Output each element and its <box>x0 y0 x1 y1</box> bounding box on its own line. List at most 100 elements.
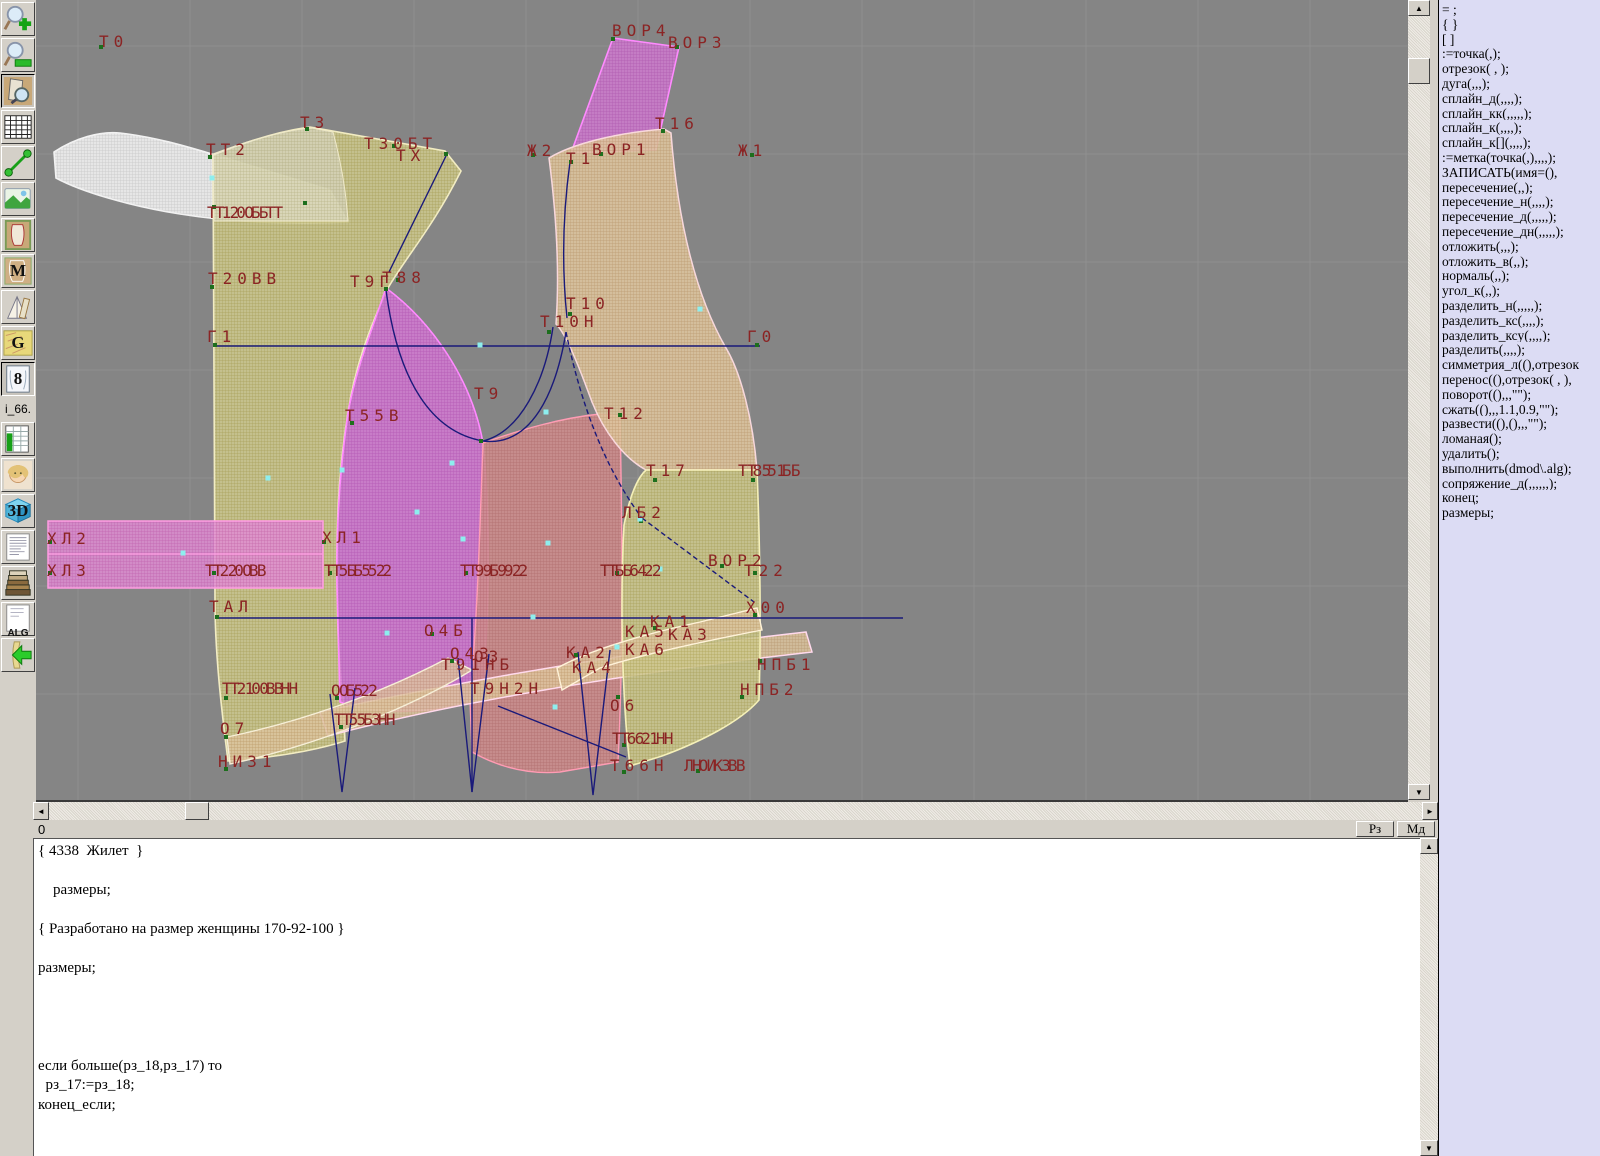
command-item[interactable]: :=точка(,); <box>1442 46 1598 61</box>
exit-button[interactable] <box>1 638 35 672</box>
command-item[interactable]: размеры; <box>1442 505 1598 520</box>
point-marker <box>622 743 626 747</box>
point-marker <box>322 540 326 544</box>
command-item[interactable]: пересечение(,,); <box>1442 180 1598 195</box>
program-editor[interactable]: { 4338 Жилет } размеры; { Разработано на … <box>33 838 1420 1156</box>
command-item[interactable]: сплайн_кк(,,,,,); <box>1442 106 1598 121</box>
zoom-out-button[interactable] <box>1 38 35 72</box>
point-marker <box>616 695 620 699</box>
point-marker <box>99 45 103 49</box>
g-document-button[interactable]: G <box>1 326 35 360</box>
scroll-left-button[interactable]: ◄ <box>33 802 49 820</box>
scroll-right-button[interactable]: ► <box>1422 802 1438 820</box>
command-item[interactable]: симметрия_л((),отрезок <box>1442 357 1598 372</box>
view-pattern-zoom-button[interactable] <box>1 74 35 108</box>
command-item[interactable]: пересечение_н(,,,,); <box>1442 194 1598 209</box>
rz-button[interactable]: Рз <box>1356 821 1394 837</box>
piece-front-side-salmon[interactable] <box>469 413 623 774</box>
spreadsheet-button[interactable] <box>1 422 35 456</box>
i66-label-glyph: i_66. <box>4 402 32 416</box>
command-item[interactable]: угол_к(,,); <box>1442 283 1598 298</box>
command-item[interactable]: [ ] <box>1442 32 1598 47</box>
node-marker <box>384 630 390 636</box>
command-item[interactable]: отложить_в(,,); <box>1442 254 1598 269</box>
command-item[interactable]: разделить_ксу(,,,,); <box>1442 328 1598 343</box>
editor-scroll-up-button[interactable]: ▲ <box>1420 838 1438 854</box>
node-marker <box>614 644 620 650</box>
scroll-up-button[interactable]: ▲ <box>1408 0 1430 16</box>
command-item[interactable]: перенос((),отрезок( , ), <box>1442 372 1598 387</box>
canvas-vertical-scrollbar[interactable]: ▲ ▼ <box>1408 0 1430 800</box>
editor-vertical-scrollbar[interactable]: ▲ ▼ <box>1420 838 1438 1156</box>
command-item[interactable]: нормаль(,,); <box>1442 268 1598 283</box>
node-marker <box>339 467 345 473</box>
editor-scroll-down-button[interactable]: ▼ <box>1420 1140 1438 1156</box>
point-marker <box>212 571 216 575</box>
command-list: = ;{ }[ ]:=точка(,); отрезок( , ); дуга(,,… <box>1442 2 1598 520</box>
point-marker <box>753 571 757 575</box>
measure-button[interactable] <box>1 146 35 180</box>
command-item[interactable]: сплайн_к[](,,,,); <box>1442 135 1598 150</box>
point-marker <box>464 571 468 575</box>
point-marker <box>618 413 622 417</box>
command-item[interactable]: разделить_кс(,,,,); <box>1442 313 1598 328</box>
point-marker <box>335 696 339 700</box>
document-list-button[interactable] <box>1 530 35 564</box>
command-item[interactable]: поворот((),,,""); <box>1442 387 1598 402</box>
command-item[interactable]: выполнить(dmod\.alg); <box>1442 461 1598 476</box>
view-3d-button[interactable]: 3D <box>1 494 35 528</box>
point-marker <box>328 571 332 575</box>
command-item[interactable]: разделить_н(,,,,,); <box>1442 298 1598 313</box>
right-arrow-icon: ► <box>1426 806 1434 816</box>
grid-button[interactable] <box>1 110 35 144</box>
command-item[interactable]: = ; <box>1442 2 1598 17</box>
editor-line: { 4338 Жилет } <box>38 843 144 859</box>
command-item[interactable]: сплайн_к(,,,,); <box>1442 120 1598 135</box>
portrait-button[interactable] <box>1 458 35 492</box>
command-item[interactable]: дуга(,,,); <box>1442 76 1598 91</box>
command-item[interactable]: сплайн_д(,,,,); <box>1442 91 1598 106</box>
scroll-down-button[interactable]: ▼ <box>1408 784 1430 800</box>
command-item[interactable]: пересечение_дн(,,,,,); <box>1442 224 1598 239</box>
command-item[interactable]: сжать((),,,1.1,0.9,""); <box>1442 402 1598 417</box>
command-item[interactable]: :=метка(точка(,),,,,); <box>1442 150 1598 165</box>
point-marker <box>224 767 228 771</box>
command-item[interactable]: { } <box>1442 17 1598 32</box>
command-item[interactable]: ломаная(); <box>1442 431 1598 446</box>
zoom-in-button[interactable] <box>1 2 35 36</box>
books-button[interactable] <box>1 566 35 600</box>
canvas-horizontal-scrollbar[interactable]: ◄ ► <box>33 802 1438 820</box>
pattern-drawing <box>36 0 1408 800</box>
point-marker <box>215 615 219 619</box>
document-8-button[interactable]: 8 <box>1 362 35 396</box>
canvas-vscroll-thumb[interactable] <box>1408 58 1430 84</box>
piece-shoulder-yoke[interactable] <box>212 127 349 222</box>
pattern-card-button[interactable] <box>1 218 35 252</box>
m-document-button[interactable]: M <box>1 254 35 288</box>
hscroll-thumb[interactable] <box>185 802 209 820</box>
command-item[interactable]: пересечение_д(,,,,,); <box>1442 209 1598 224</box>
command-item[interactable]: ЗАПИСАТЬ(имя=(), <box>1442 165 1598 180</box>
command-item[interactable]: отрезок( , ); <box>1442 61 1598 76</box>
pattern-canvas[interactable] <box>36 0 1408 802</box>
picture-button[interactable] <box>1 182 35 216</box>
node-marker <box>180 550 186 556</box>
point-marker <box>574 653 578 657</box>
app-window: M G 8 i_66. 3D ALG Т0 ВОР4 ВОР3 Т3 Т16 Т… <box>0 0 1600 1156</box>
point-marker <box>569 160 573 164</box>
alg-document-button[interactable]: ALG <box>1 602 35 639</box>
command-item[interactable]: отложить(,,,); <box>1442 239 1598 254</box>
point-marker <box>720 564 724 568</box>
drafting-tools-button[interactable] <box>1 290 35 324</box>
point-marker <box>444 152 448 156</box>
command-item[interactable]: конец; <box>1442 490 1598 505</box>
g-document-glyph: G <box>11 333 25 352</box>
command-item[interactable]: разделить(,,,,); <box>1442 342 1598 357</box>
md-button[interactable]: Мд <box>1397 821 1435 837</box>
command-item[interactable]: сопряжение_д(,,,,,,); <box>1442 476 1598 491</box>
point-marker <box>758 659 762 663</box>
command-item[interactable]: удалить(); <box>1442 446 1598 461</box>
command-item[interactable]: развести((),(),,,""); <box>1442 416 1598 431</box>
